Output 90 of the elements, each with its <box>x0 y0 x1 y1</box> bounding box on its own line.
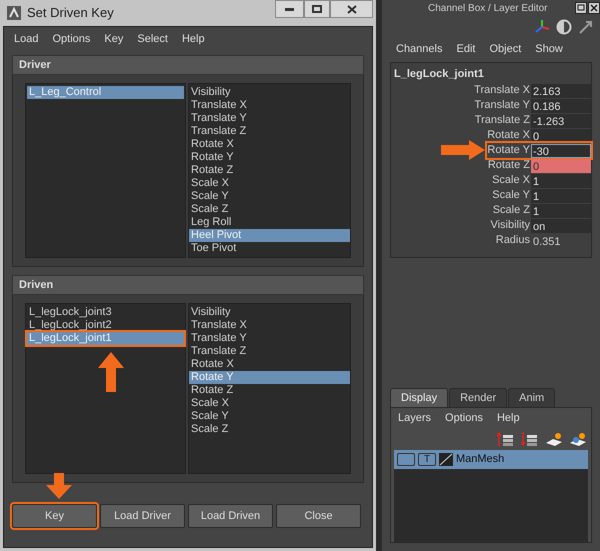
menu-item[interactable]: Channels <box>396 40 442 58</box>
minimize-icon <box>285 8 294 10</box>
channel-label: Rotate X <box>487 128 531 143</box>
attribute-item[interactable]: Rotate Z <box>189 164 350 177</box>
attribute-item[interactable]: Translate Y <box>189 332 350 345</box>
scene-node-item[interactable]: L_legLock_joint2 <box>27 319 184 332</box>
attribute-item[interactable]: Rotate X <box>189 138 350 151</box>
channel-value[interactable]: -1.263 <box>531 114 591 128</box>
axes-icon[interactable] <box>534 19 550 35</box>
menu-item[interactable]: Key <box>104 30 124 48</box>
tab[interactable]: Render <box>449 388 508 407</box>
visibility-toggle[interactable] <box>397 453 415 466</box>
layer-down-icon[interactable] <box>521 431 539 447</box>
channel-value[interactable]: 0 <box>531 128 591 142</box>
attribute-item[interactable]: Leg Roll <box>189 216 350 229</box>
attribute-item[interactable]: Scale X <box>189 397 350 410</box>
close-icon <box>346 4 356 14</box>
channel-value[interactable]: -30 <box>531 144 591 158</box>
menu-item[interactable]: Options <box>445 410 483 426</box>
channel-label: Visibility <box>490 218 531 233</box>
channel-label: Translate Z <box>474 113 531 128</box>
channel-label: Rotate Y <box>487 143 531 158</box>
menu-item[interactable]: Options <box>52 30 90 48</box>
section-header: Driven <box>12 275 364 295</box>
attribute-item[interactable]: Rotate X <box>189 358 350 371</box>
section-header: Driver <box>12 55 364 75</box>
close-button[interactable] <box>330 0 373 18</box>
menu-item[interactable]: Show <box>535 40 563 58</box>
menu-item[interactable]: Edit <box>456 40 476 58</box>
half-circle-icon[interactable] <box>556 19 572 35</box>
close-icon[interactable] <box>588 2 600 14</box>
channel-value[interactable]: 1 <box>531 174 591 188</box>
channel-label: Radius <box>496 233 531 248</box>
maximize-icon <box>312 5 322 13</box>
color-swatch-icon[interactable] <box>439 453 453 466</box>
menu-item[interactable]: Help <box>182 30 205 48</box>
layer-up-icon[interactable] <box>497 431 515 447</box>
attribute-item[interactable]: Scale Y <box>189 410 350 423</box>
attribute-item[interactable]: Scale Y <box>189 190 350 203</box>
channel-label: Translate X <box>474 83 531 98</box>
attribute-item[interactable]: Visibility <box>189 86 350 99</box>
attribute-item[interactable]: Toe Pivot <box>189 242 350 255</box>
channel-value[interactable]: 0.186 <box>531 98 591 112</box>
channel-label: Scale Y <box>492 188 531 203</box>
float-icon[interactable] <box>575 2 587 14</box>
tab[interactable]: Anim <box>508 388 556 407</box>
attribute-item[interactable]: Translate Y <box>189 112 350 125</box>
attribute-item[interactable]: Rotate Y <box>189 151 350 164</box>
channel-value[interactable]: on <box>531 218 591 232</box>
scene-node-item[interactable]: L_legLock_joint3 <box>27 306 184 319</box>
window-title: Set Driven Key <box>27 4 114 22</box>
attribute-item[interactable]: Translate Z <box>189 345 350 358</box>
dialog-button[interactable]: Load Driven <box>188 504 273 528</box>
channel-value[interactable]: 1 <box>531 204 591 218</box>
dialog-button[interactable]: Key <box>12 504 97 528</box>
menu-item[interactable]: Help <box>496 410 520 426</box>
channel-label: Scale Z <box>492 203 531 218</box>
attribute-item[interactable]: Scale Z <box>189 203 350 216</box>
tab[interactable]: Display <box>390 388 448 407</box>
channel-label: Scale X <box>492 173 531 188</box>
channel-value[interactable]: 0 <box>531 158 591 172</box>
attribute-item[interactable]: Rotate Z <box>189 384 350 397</box>
new-layer-icon[interactable] <box>545 431 563 447</box>
channel-value[interactable]: 1 <box>531 188 591 202</box>
attribute-item[interactable]: Visibility <box>189 306 350 319</box>
channel-label: Rotate Z <box>488 158 531 173</box>
panel-title: Channel Box / Layer Editor <box>428 2 548 16</box>
diagonal-arrow-icon[interactable] <box>578 19 594 35</box>
maximize-button[interactable] <box>304 0 330 18</box>
new-layer-object-icon[interactable] <box>569 431 587 447</box>
minimize-button[interactable] <box>275 0 304 18</box>
attribute-item[interactable]: Translate X <box>189 319 350 332</box>
attribute-item[interactable]: Translate Z <box>189 125 350 138</box>
attribute-item[interactable]: Translate X <box>189 99 350 112</box>
app-logo-icon <box>7 6 21 20</box>
attribute-item[interactable]: Scale Z <box>189 423 350 436</box>
object-name: L_legLock_joint1 <box>393 67 485 82</box>
layer-name: ManMesh <box>456 452 504 468</box>
menu-item[interactable]: Load <box>14 30 38 48</box>
layer-row[interactable]: T ManMesh <box>394 450 588 469</box>
menu-item[interactable]: Object <box>489 40 522 58</box>
attribute-item[interactable]: Scale X <box>189 177 350 190</box>
channel-value: 0.351 <box>532 234 562 248</box>
dialog-button[interactable]: Close <box>276 504 361 528</box>
menu-item[interactable]: Select <box>137 30 168 48</box>
channel-label: Translate Y <box>474 98 531 113</box>
type-toggle[interactable]: T <box>418 453 436 466</box>
menu-item[interactable]: Layers <box>398 410 432 426</box>
channel-value[interactable]: 2.163 <box>531 84 591 98</box>
dialog-button[interactable]: Load Driver <box>100 504 185 528</box>
